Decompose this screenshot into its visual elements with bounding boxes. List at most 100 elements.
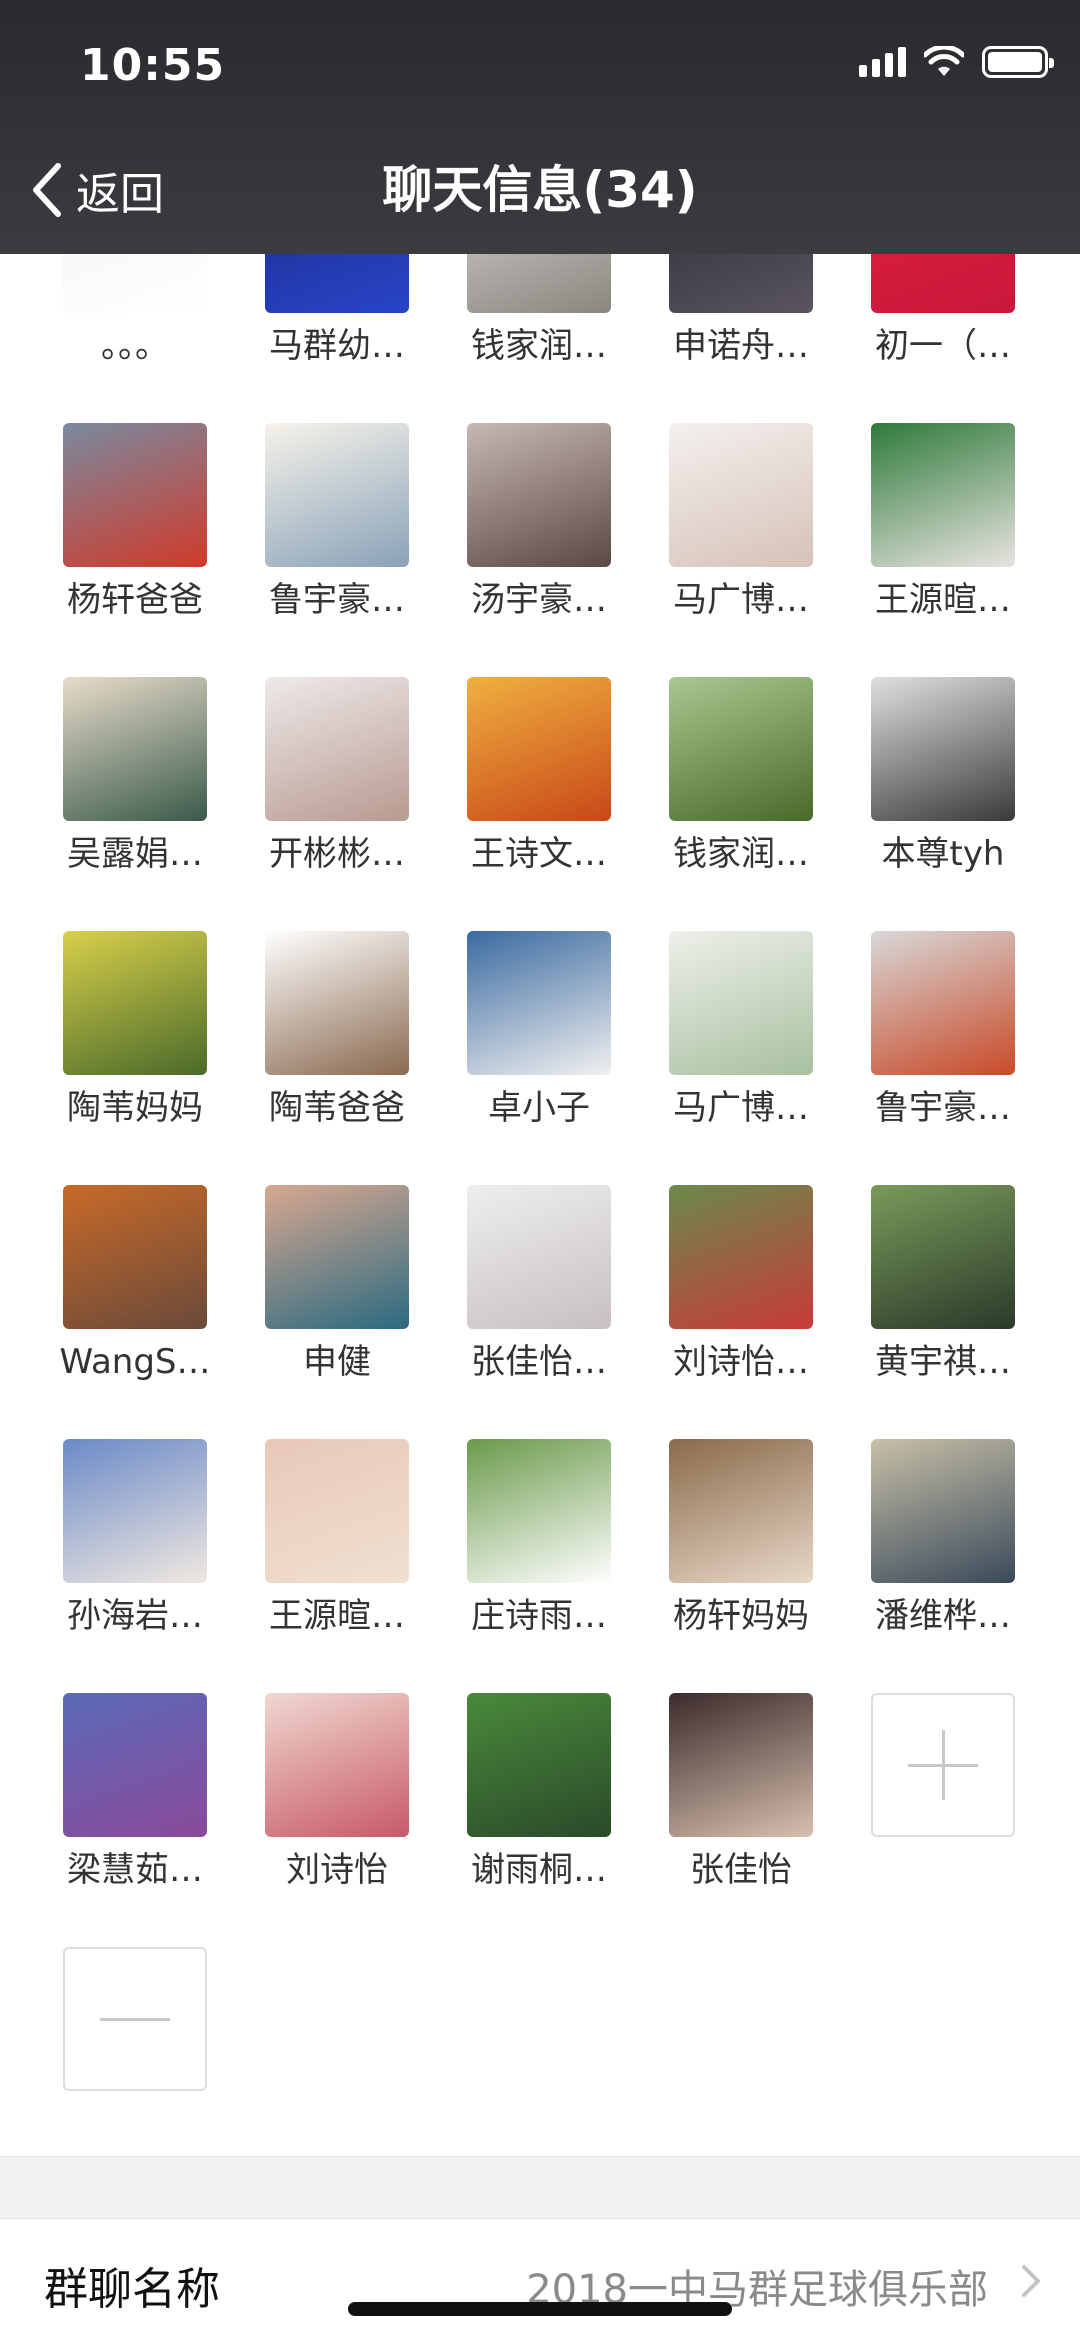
member-item[interactable]: 钱家润… xyxy=(438,254,640,422)
member-avatar[interactable] xyxy=(265,677,409,821)
member-name: 陶苇妈妈 xyxy=(67,1088,203,1128)
member-name: 王诗文… xyxy=(471,834,607,874)
member-avatar[interactable] xyxy=(871,1439,1015,1583)
member-avatar[interactable] xyxy=(467,1693,611,1837)
member-avatar[interactable] xyxy=(265,423,409,567)
member-item[interactable]: 庄诗雨… xyxy=(438,1439,640,1692)
member-avatar[interactable] xyxy=(63,1693,207,1837)
member-avatar[interactable] xyxy=(265,1693,409,1837)
member-item[interactable]: 。。。 xyxy=(34,254,236,422)
member-avatar[interactable] xyxy=(669,423,813,567)
member-item[interactable]: 张佳怡 xyxy=(640,1693,842,1946)
group-name-label: 群聊名称 xyxy=(44,2264,220,2315)
member-name: 汤宇豪… xyxy=(471,580,607,620)
member-item[interactable]: 潘维桦… xyxy=(842,1439,1044,1692)
member-name: 开彬彬… xyxy=(269,834,405,874)
member-avatar[interactable] xyxy=(871,423,1015,567)
member-avatar[interactable] xyxy=(63,1185,207,1329)
member-name: 鲁宇豪… xyxy=(269,580,405,620)
member-avatar[interactable] xyxy=(871,1185,1015,1329)
member-avatar[interactable] xyxy=(467,254,611,313)
member-avatar[interactable] xyxy=(265,931,409,1075)
member-item[interactable]: 本尊tyh xyxy=(842,677,1044,930)
member-item[interactable]: 汤宇豪… xyxy=(438,423,640,676)
member-name: 本尊tyh xyxy=(881,834,1005,874)
member-item[interactable]: 鲁宇豪… xyxy=(236,423,438,676)
home-indicator[interactable] xyxy=(348,2302,732,2316)
member-item[interactable]: 黄宇祺… xyxy=(842,1185,1044,1438)
page-title: 聊天信息(34) xyxy=(382,161,698,219)
member-item[interactable]: 谢雨桐… xyxy=(438,1693,640,1946)
member-avatar[interactable] xyxy=(467,423,611,567)
member-item[interactable]: 鲁宇豪… xyxy=(842,931,1044,1184)
battery-icon xyxy=(982,46,1054,78)
section-divider xyxy=(0,2156,1080,2218)
member-avatar[interactable] xyxy=(467,931,611,1075)
member-item[interactable]: 孙海岩… xyxy=(34,1439,236,1692)
minus-icon[interactable] xyxy=(63,1947,207,2091)
member-item[interactable]: 杨轩爸爸 xyxy=(34,423,236,676)
member-item[interactable]: 王诗文… xyxy=(438,677,640,930)
member-item[interactable]: 钱家润… xyxy=(640,677,842,930)
member-avatar[interactable] xyxy=(265,1185,409,1329)
member-item[interactable]: 梁慧茹… xyxy=(34,1693,236,1946)
member-item[interactable]: 张佳怡… xyxy=(438,1185,640,1438)
member-name: 初一（… xyxy=(875,326,1011,366)
status-time: 10:55 xyxy=(80,40,226,91)
member-avatar[interactable] xyxy=(467,677,611,821)
member-item[interactable]: 申健 xyxy=(236,1185,438,1438)
member-avatar[interactable] xyxy=(669,254,813,313)
plus-icon[interactable] xyxy=(871,1693,1015,1837)
member-item[interactable]: 刘诗怡… xyxy=(640,1185,842,1438)
member-avatar[interactable] xyxy=(669,931,813,1075)
member-item[interactable]: 吴露娟… xyxy=(34,677,236,930)
member-item[interactable]: 陶苇爸爸 xyxy=(236,931,438,1184)
member-avatar[interactable] xyxy=(63,1439,207,1583)
member-item[interactable]: 王源暄… xyxy=(236,1439,438,1692)
member-name: WangS… xyxy=(59,1342,211,1382)
member-name: 刘诗怡 xyxy=(286,1850,388,1890)
member-name: 。。。 xyxy=(101,326,169,366)
member-name: 吴露娟… xyxy=(67,834,203,874)
member-name: 申健 xyxy=(303,1342,371,1382)
member-avatar[interactable] xyxy=(467,1185,611,1329)
member-item[interactable]: 申诺舟… xyxy=(640,254,842,422)
member-name: 张佳怡 xyxy=(690,1850,792,1890)
member-item[interactable]: 马广博… xyxy=(640,931,842,1184)
member-item[interactable]: 初一（… xyxy=(842,254,1044,422)
member-item[interactable]: 王源暄… xyxy=(842,423,1044,676)
member-avatar[interactable] xyxy=(871,931,1015,1075)
member-avatar[interactable] xyxy=(871,254,1015,313)
member-name: 王源暄… xyxy=(875,580,1011,620)
remove-member-button[interactable] xyxy=(34,1947,236,2156)
member-item[interactable]: 开彬彬… xyxy=(236,677,438,930)
member-item[interactable]: 刘诗怡 xyxy=(236,1693,438,1946)
member-avatar[interactable] xyxy=(669,1185,813,1329)
member-avatar[interactable] xyxy=(63,423,207,567)
member-item[interactable]: WangS… xyxy=(34,1185,236,1438)
member-item[interactable]: 马广博… xyxy=(640,423,842,676)
member-name: 孙海岩… xyxy=(67,1596,203,1636)
member-name: 陶苇爸爸 xyxy=(269,1088,405,1128)
member-item[interactable]: 杨轩妈妈 xyxy=(640,1439,842,1692)
chat-info-screen: 10:55 返回 聊天信息(34) 。。。 马群幼… 钱家润… 申诺舟… 初一（… 杨轩爸… xyxy=(0,0,1080,2339)
member-avatar[interactable] xyxy=(871,677,1015,821)
member-name: 马广博… xyxy=(673,1088,809,1128)
member-avatar[interactable] xyxy=(265,254,409,313)
member-avatar[interactable] xyxy=(669,1439,813,1583)
member-avatar[interactable] xyxy=(265,1439,409,1583)
member-avatar[interactable] xyxy=(63,254,207,313)
member-avatar[interactable] xyxy=(467,1439,611,1583)
member-item[interactable]: 卓小子 xyxy=(438,931,640,1184)
member-name: 张佳怡… xyxy=(471,1342,607,1382)
cellular-signal-icon xyxy=(859,47,906,77)
member-avatar[interactable] xyxy=(63,931,207,1075)
add-member-button[interactable] xyxy=(842,1693,1044,1946)
member-item[interactable]: 马群幼… xyxy=(236,254,438,422)
member-item[interactable]: 陶苇妈妈 xyxy=(34,931,236,1184)
member-avatar[interactable] xyxy=(669,677,813,821)
group-name-row[interactable]: 群聊名称 2018一中马群足球俱乐部 xyxy=(0,2218,1080,2339)
member-avatar[interactable] xyxy=(63,677,207,821)
member-avatar[interactable] xyxy=(669,1693,813,1837)
member-name: 鲁宇豪… xyxy=(875,1088,1011,1128)
